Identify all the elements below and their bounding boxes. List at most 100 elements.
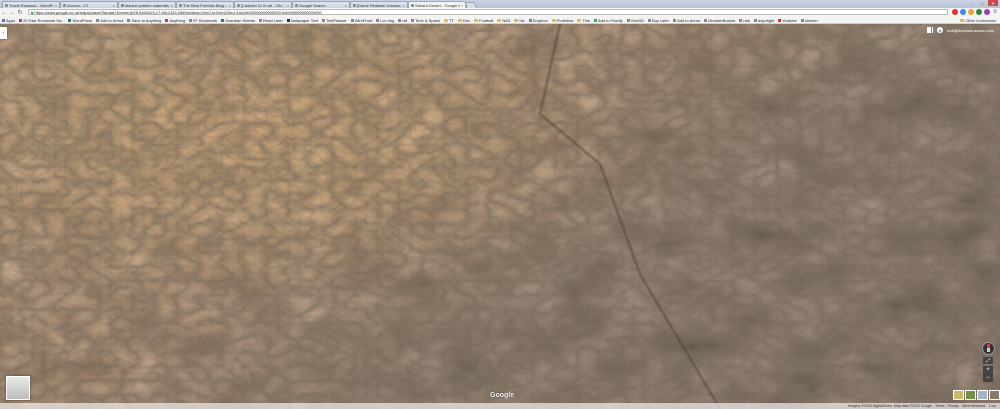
bookmark-item[interactable]: dayofight — [754, 18, 774, 23]
bookmark-item[interactable]: shinner — [800, 17, 818, 23]
bookmark-item[interactable]: VidsSD — [626, 18, 644, 23]
extension-icon[interactable] — [984, 9, 990, 15]
bookmark-item[interactable]: WordPress — [68, 18, 92, 23]
bookmark-item[interactable]: TT — [444, 18, 454, 23]
apps-grid-icon[interactable] — [927, 27, 934, 33]
bookmark-icon — [528, 18, 532, 22]
close-tab-icon[interactable]: × — [171, 3, 173, 8]
bookmark-item[interactable]: This — [577, 18, 590, 23]
feedback-link[interactable]: Send feedback — [962, 404, 985, 408]
compass-icon[interactable] — [981, 342, 995, 355]
bookmark-item[interactable]: Guardian Sheets — [220, 18, 255, 23]
minimize-button[interactable]: – — [966, 0, 976, 6]
tilt-button[interactable]: ⤢ — [983, 357, 993, 364]
bookmark-label: Add to Feedly — [597, 17, 623, 23]
bookmark-item[interactable]: Anything — [165, 18, 185, 23]
bookmark-label: FF Bookmark — [192, 17, 217, 23]
privacy-link[interactable]: Privacy — [948, 404, 959, 408]
extension-icon[interactable] — [968, 9, 974, 15]
terms-link[interactable]: Terms — [935, 404, 945, 408]
bookmark-label: Dev — [462, 17, 471, 23]
extension-icon[interactable] — [960, 9, 966, 15]
extension-icon[interactable] — [976, 9, 982, 15]
bookmark-icon — [673, 18, 677, 22]
bookmark-item[interactable]: 20 Fast Rockwork Sa... — [19, 18, 64, 23]
close-window-button[interactable]: ✕ — [988, 0, 998, 6]
zoom-out-button[interactable]: − — [986, 374, 990, 382]
bookmark-item[interactable]: Dev — [457, 17, 471, 23]
bookmark-label: shinner — [804, 17, 818, 23]
browser-tab[interactable]: [Castello 2x 5 nat - Glo... × — [234, 1, 292, 8]
zoom-in-button[interactable]: + — [986, 366, 990, 374]
account-email[interactable]: bob@thomasrusseau.com — [947, 28, 994, 33]
side-panel-toggle[interactable]: › — [0, 27, 7, 39]
close-tab-icon[interactable]: × — [461, 3, 463, 8]
bookmark-item[interactable]: WireFront — [350, 18, 372, 23]
bookmark-item[interactable]: nab — [739, 18, 750, 23]
bookmark-item[interactable]: Add to Feedly — [593, 17, 623, 23]
bookmark-label: This — [582, 17, 590, 23]
bookmark-item[interactable]: Save to Anything — [127, 18, 161, 23]
bookmark-item[interactable]: Time & Space — [411, 18, 440, 23]
pegman-icon[interactable] — [953, 390, 964, 400]
bookmark-item[interactable]: Read Later — [259, 18, 283, 23]
avatar[interactable]: ● — [937, 27, 944, 33]
bookmark-item[interactable]: t.cn img — [376, 18, 394, 23]
bookmark-item[interactable]: Apps — [2, 18, 15, 23]
forward-button[interactable]: → — [8, 9, 16, 17]
close-tab-icon[interactable]: × — [345, 3, 347, 8]
bookmark-item[interactable]: Youtube — [778, 18, 797, 23]
bookmarks-bar: Apps 20 Fast Rockwork Sa... WordPress Add t… — [0, 17, 1000, 24]
close-tab-icon[interactable]: × — [113, 3, 115, 8]
bookmark-item[interactable]: Add to Arena — [673, 18, 700, 23]
bookmark-icon — [165, 18, 169, 22]
bookmark-item[interactable]: FF Bookmark — [188, 17, 217, 23]
layer-thumbnail[interactable] — [965, 390, 976, 400]
bookmark-item[interactable]: Instapaper Text — [286, 18, 318, 23]
reload-button[interactable]: ↻ — [16, 9, 24, 17]
bookmark-label: Youtube — [782, 17, 797, 23]
extension-icon[interactable] — [952, 9, 958, 15]
folder-icon — [457, 18, 462, 22]
close-tab-icon[interactable]: × — [403, 3, 405, 8]
bookmark-item[interactable]: Portfolios — [551, 18, 573, 23]
menu-icon[interactable]: ≡ — [992, 9, 998, 15]
layer-thumbnail[interactable] — [977, 390, 988, 400]
bookmark-item[interactable]: TextPlasser — [322, 18, 347, 23]
map-controls: ⤢ + − — [981, 342, 995, 382]
browser-tab[interactable]: The Best Portfolio Blog... × — [176, 1, 234, 8]
bookmark-icon — [96, 18, 100, 22]
bookmark-label: Read Later — [263, 17, 283, 23]
close-tab-icon[interactable]: × — [229, 3, 231, 8]
back-button[interactable]: ← — [0, 9, 8, 17]
browser-tab[interactable]: Google Search × — [292, 1, 350, 8]
bookmark-item[interactable]: Football — [474, 18, 493, 23]
bookmark-icon — [739, 18, 743, 22]
bookmark-item[interactable]: Buy Later — [647, 18, 669, 23]
browser-tab[interactable]: [Dome Realistic Volcano... × — [350, 1, 408, 8]
browser-tab[interactable]: Ancora - CT × — [60, 1, 118, 8]
bookmark-item[interactable]: NAS — [497, 18, 510, 23]
bookmark-item[interactable]: Dropbox — [528, 18, 548, 23]
browser-tab[interactable]: fashion pattern materials... × — [118, 1, 176, 8]
tab-title: The Best Portfolio Blog... — [183, 2, 228, 8]
browser-tab[interactable]: Travis Russeau - WordPr... × — [2, 1, 60, 8]
bookmark-label: Save to Anything — [131, 17, 162, 23]
bookmark-label: biz — [519, 17, 525, 23]
bookmark-item[interactable]: MonsterBoards — [704, 18, 735, 23]
satellite-map[interactable]: › ● bob@thomasrusseau.com Google ⤢ + − I… — [0, 24, 1000, 409]
bookmark-item[interactable]: Add to Arena — [96, 18, 123, 23]
close-tab-icon[interactable]: × — [55, 3, 57, 8]
layer-thumbnail[interactable] — [989, 390, 1000, 400]
scale-label: 1 km — [988, 404, 996, 408]
close-tab-icon[interactable]: × — [287, 3, 289, 8]
bookmark-item[interactable]: rat — [398, 18, 407, 23]
bookmark-item[interactable]: biz — [514, 17, 525, 23]
address-bar[interactable]: ■ https://www.google.co.uk/maps/place/Sa… — [28, 9, 948, 15]
other-bookmarks[interactable]: Other bookmarks — [960, 17, 996, 23]
browser-tab[interactable]: Sahara Desert - Google M...× — [408, 1, 466, 8]
maximize-button[interactable]: □ — [977, 0, 987, 6]
folder-icon — [474, 18, 479, 22]
map-view-toggle[interactable] — [6, 376, 30, 400]
bookmark-icon — [220, 18, 224, 22]
